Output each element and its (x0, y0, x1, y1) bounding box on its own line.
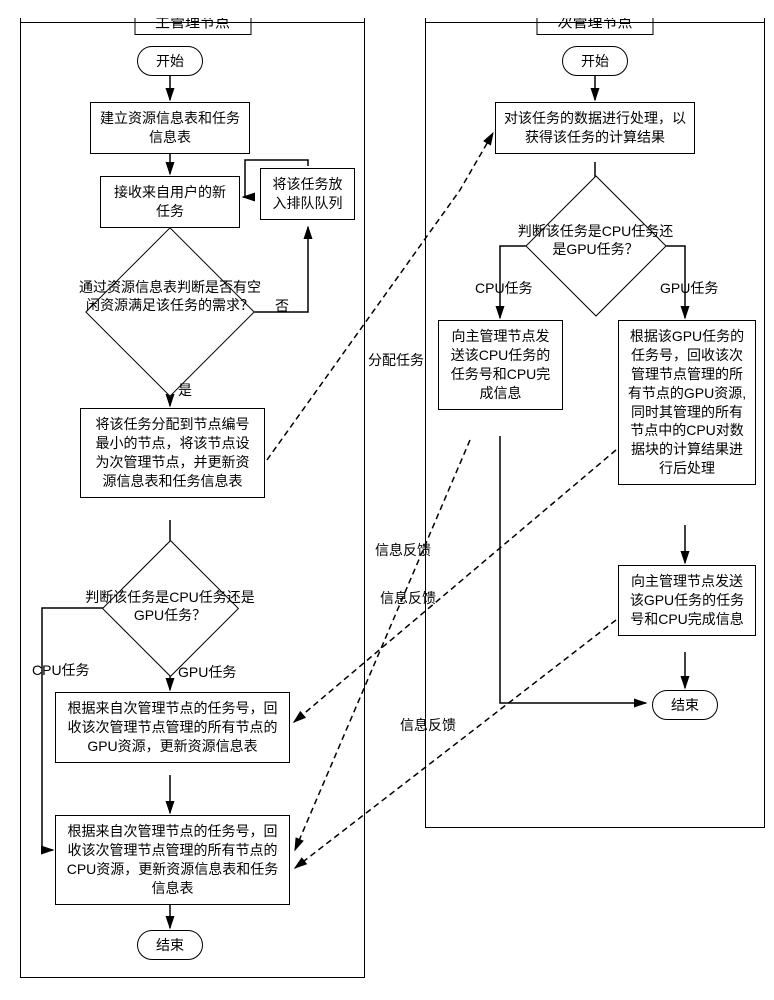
right-end: 结束 (652, 690, 718, 720)
right-label-cpu: CPU任务 (475, 278, 533, 298)
label-yes: 是 (178, 380, 192, 400)
left-box-assign: 将该任务分配到节点编号最小的节点，将该节点设为次管理节点，并更新资源信息表和任务… (80, 408, 265, 498)
left-diamond-task-type-text: 判断该任务是CPU任务还是GPU任务？ (85, 588, 255, 624)
left-box-queue: 将该任务放入排队队列 (260, 168, 355, 220)
label-feedback-2: 信息反馈 (380, 588, 436, 608)
left-box-reclaim-cpu: 根据来自次管理节点的任务号，回收该次管理节点管理的所有节点的CPU资源，更新资源… (55, 815, 290, 905)
right-start: 开始 (562, 46, 628, 76)
left-end: 结束 (137, 930, 203, 960)
left-panel-title: 主管理节点 (134, 18, 251, 35)
right-box-gpu-send: 向主管理节点发送该GPU任务的任务号和CPU完成信息 (618, 565, 756, 636)
right-panel-title: 次管理节点 (536, 18, 653, 35)
right-box-gpu-reclaim: 根据该GPU任务的任务号，回收该次管理节点管理的所有节点的GPU资源, 同时其管… (618, 320, 756, 485)
left-box-receive-task: 接收来自用户的新任务 (100, 176, 240, 228)
right-box-cpu-send: 向主管理节点发送该CPU任务的任务号和CPU完成信息 (438, 320, 563, 410)
right-label-gpu: GPU任务 (660, 278, 718, 298)
label-no: 否 (275, 296, 289, 316)
label-assign-task: 分配任务 (368, 350, 424, 370)
label-feedback-3: 信息反馈 (400, 715, 456, 735)
left-label-gpu: GPU任务 (178, 662, 236, 682)
right-diamond-task-type-text: 判断该任务是CPU任务还是GPU任务？ (513, 222, 678, 258)
label-feedback-1: 信息反馈 (375, 540, 431, 560)
left-label-cpu: CPU任务 (32, 660, 90, 680)
left-box-reclaim-gpu: 根据来自次管理节点的任务号，回收该次管理节点管理的所有节点的GPU资源，更新资源… (55, 692, 290, 763)
left-start: 开始 (137, 46, 203, 76)
left-diamond-resource-text: 通过资源信息表判断是否有空闲资源满足该任务的需求？ (75, 278, 265, 314)
left-box-create-tables: 建立资源信息表和任务信息表 (90, 102, 250, 154)
right-box-process: 对该任务的数据进行处理，以获得该任务的计算结果 (495, 102, 695, 154)
